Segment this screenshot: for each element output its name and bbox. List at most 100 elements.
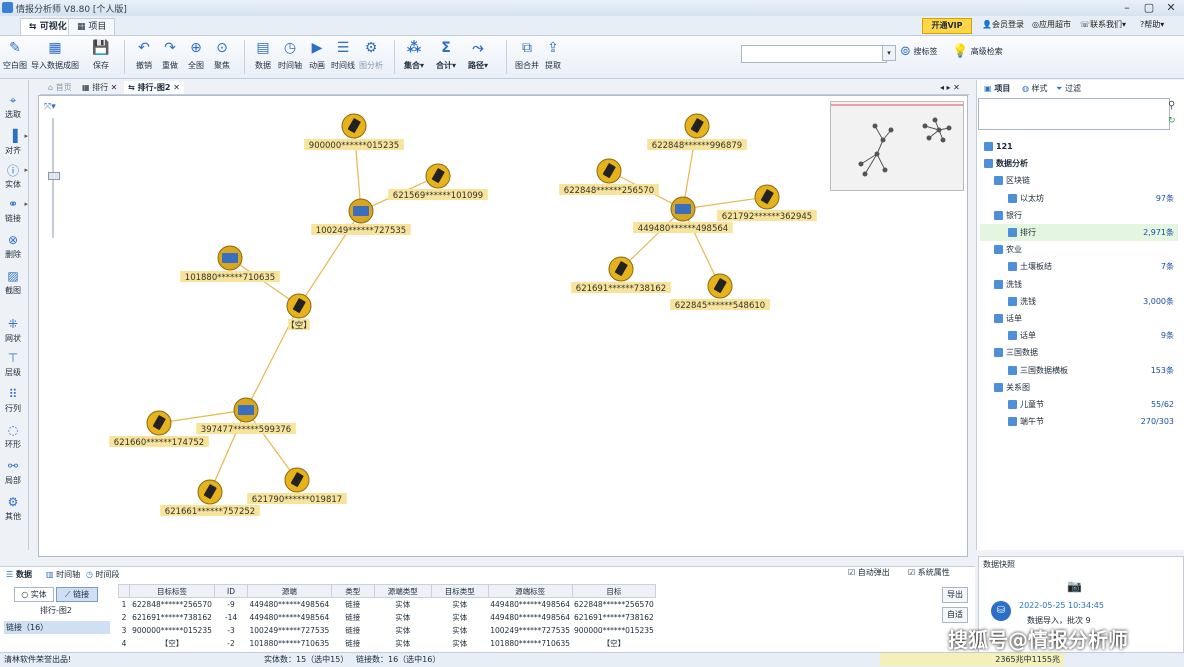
search-icon[interactable]: ⚲ [1168, 100, 1175, 111]
timeline-axis-button[interactable]: ◷ 时间轴 [276, 38, 304, 71]
app-store-link[interactable]: ◎应用超市 [1032, 19, 1071, 30]
tab-project-panel[interactable]: ▣ 项目 [981, 82, 1013, 95]
column-header[interactable]: 目标类型 [430, 584, 489, 598]
tab-filter[interactable]: ⏷ 过滤 [1053, 82, 1084, 95]
tree-item[interactable]: 洗钱 3,000条 [980, 293, 1178, 310]
ring-layout[interactable]: ◌ 环形 [0, 422, 26, 450]
graph-edge[interactable] [353, 125, 362, 212]
column-header[interactable]: ID [214, 584, 248, 598]
graph-edge[interactable] [682, 125, 698, 210]
set-button[interactable]: ⁂ 集合▾ [402, 38, 426, 71]
close-icon[interactable]: ✕ [173, 83, 180, 92]
column-header[interactable]: 源端 [247, 584, 332, 598]
tab-timeline-axis[interactable]: ▥ 时间轴 [46, 569, 80, 580]
graph-edge[interactable] [620, 208, 684, 270]
search-dropdown[interactable]: ▾ [882, 45, 896, 61]
tree-item[interactable]: 121 [980, 138, 1178, 155]
merge-graph-button[interactable]: ⧉ 图合并 [514, 38, 540, 71]
phone-node[interactable]: 622845******548610 [670, 273, 770, 311]
import-data-button[interactable]: ▦ 导入数据成图 [30, 38, 80, 71]
graph-edge[interactable] [209, 409, 247, 493]
phone-node[interactable]: 621790******019817 [247, 467, 347, 505]
fit-all-button[interactable]: ⊕ 全图 [184, 38, 208, 71]
system-attr-checkbox[interactable]: ☑ 系统属性 [908, 567, 950, 578]
tab-home[interactable]: ⌂ 首页 [44, 81, 76, 94]
phone-node[interactable]: 621660******174752 [109, 410, 209, 448]
tab-project[interactable]: ▦ 项目 [68, 18, 116, 35]
bank-card-node[interactable]: 397477******599376 [196, 397, 296, 435]
tree-item[interactable]: 话单 [980, 310, 1178, 327]
table-row[interactable]: 2 621691******738162 -14 449480******498564… [119, 611, 656, 624]
local-layout[interactable]: ⚯ 局部 [0, 458, 26, 486]
other-layout[interactable]: ⚙ 其他 [0, 494, 26, 522]
graph-edge[interactable] [158, 409, 247, 424]
zoom-slider-thumb[interactable] [48, 172, 60, 180]
tree-item[interactable]: 三国数据 [980, 344, 1178, 361]
mesh-layout[interactable]: ⁜ 网状 [0, 316, 26, 344]
tree-item[interactable]: 端午节 270/303 [980, 413, 1178, 430]
tree-item[interactable]: 数据分析 [980, 155, 1178, 172]
auto-popup-checkbox[interactable]: ☑ 自动弹出 [848, 567, 890, 578]
graph-canvas[interactable]: 900000******015235 621569******101099 1002… [38, 95, 968, 557]
tab-style[interactable]: ◍ 样式 [1019, 82, 1051, 95]
column-header[interactable]: 目标标签 [129, 584, 215, 598]
contact-link[interactable]: ☏联系我们▾ [1080, 19, 1126, 30]
tab-rank-graph2[interactable]: ⇆ 排行-图2 ✕ [124, 81, 184, 94]
animation-button[interactable]: ▶ 动画 [306, 38, 328, 71]
help-link[interactable]: ?帮助▾ [1140, 19, 1164, 30]
vip-button[interactable]: 开通VIP [922, 18, 972, 34]
undo-button[interactable]: ↶ 撤销 [132, 38, 156, 71]
table-row[interactable]: 4 【空】 -2 101880******710635 链接 实体 实体 101880****… [119, 637, 656, 650]
link-filter-button[interactable]: ⟋ 链接 [56, 587, 98, 602]
table-row[interactable]: 3 900000******015235 -3 100249******727535 链… [119, 624, 656, 637]
adapt-button[interactable]: 自适 [942, 607, 968, 623]
grid-layout[interactable]: ⠿ 行列 [0, 386, 26, 414]
phone-node[interactable]: 621569******101099 [388, 163, 488, 201]
extract-button[interactable]: ⇪ 提取 [542, 38, 564, 71]
focus-button[interactable]: ⊙ 聚焦 [210, 38, 234, 71]
entity-tool[interactable]: ⓘ 实体 ▸ [0, 162, 28, 190]
column-header[interactable]: 源端类型 [373, 584, 432, 598]
save-button[interactable]: 💾 保存 [88, 38, 114, 71]
phone-node[interactable]: 621691******738162 [571, 256, 671, 294]
graph-svg[interactable]: 900000******015235 621569******101099 1002… [39, 96, 967, 556]
zoom-fit-small-icon[interactable]: ⤧▾ [44, 102, 56, 112]
timeline-button[interactable]: ☰ 时间线 [330, 38, 356, 71]
bank-card-node[interactable]: 100249******727535 [311, 198, 411, 236]
hierarchy-layout[interactable]: ⊤ 层级 [0, 350, 26, 378]
graph-edge[interactable] [682, 196, 768, 210]
align-tool[interactable]: ▐ 对齐 ▸ [0, 128, 28, 156]
column-header[interactable]: 目标 [571, 584, 657, 598]
data-button[interactable]: ▤ 数据 [252, 38, 274, 71]
graph-analysis-button[interactable]: ⚙ 图分析 [358, 38, 384, 71]
tree-item[interactable]: 区块链 [980, 172, 1178, 189]
tree-item[interactable]: 以太坊 97条 [980, 190, 1178, 207]
screenshot-tool[interactable]: ▨ 截图 [0, 268, 26, 296]
camera-icon[interactable]: 📷 [1067, 579, 1082, 593]
tree-item[interactable]: 儿童节 55/62 [980, 396, 1178, 413]
close-button[interactable]: ✕ [1160, 1, 1182, 15]
phone-node[interactable]: 621661******757252 [160, 479, 260, 517]
close-icon[interactable]: ✕ [111, 83, 118, 92]
maximize-button[interactable]: ▢ [1138, 1, 1160, 15]
graph-edge[interactable] [682, 208, 721, 287]
tab-time-range[interactable]: ◷ 时间段 [86, 569, 120, 580]
graph-edge[interactable] [245, 409, 298, 481]
link-group-item[interactable]: 链接（16） [4, 621, 110, 634]
path-button[interactable]: ⤳ 路径▾ [466, 38, 490, 71]
column-header[interactable]: 类型 [330, 584, 375, 598]
minimize-button[interactable]: – [1116, 1, 1138, 15]
tree-item[interactable]: 三国数据横板 153条 [980, 362, 1178, 379]
phone-node[interactable]: 900000******015235 [304, 113, 404, 151]
sum-button[interactable]: Σ 合计▾ [434, 38, 458, 71]
search-input[interactable] [741, 45, 887, 63]
tree-item[interactable]: 农业 [980, 241, 1178, 258]
project-search-input[interactable] [978, 98, 1170, 130]
export-button[interactable]: 导出 [942, 587, 968, 603]
column-header[interactable]: 源端标签 [487, 584, 573, 598]
search-tag-button[interactable]: ⊚ 搜标签 [900, 44, 937, 59]
tree-item[interactable]: 洗钱 [980, 276, 1178, 293]
tree-item[interactable]: 土壤板结 7条 [980, 258, 1178, 275]
redo-button[interactable]: ↷ 重做 [158, 38, 182, 71]
tree-item[interactable]: 关系图 [980, 379, 1178, 396]
